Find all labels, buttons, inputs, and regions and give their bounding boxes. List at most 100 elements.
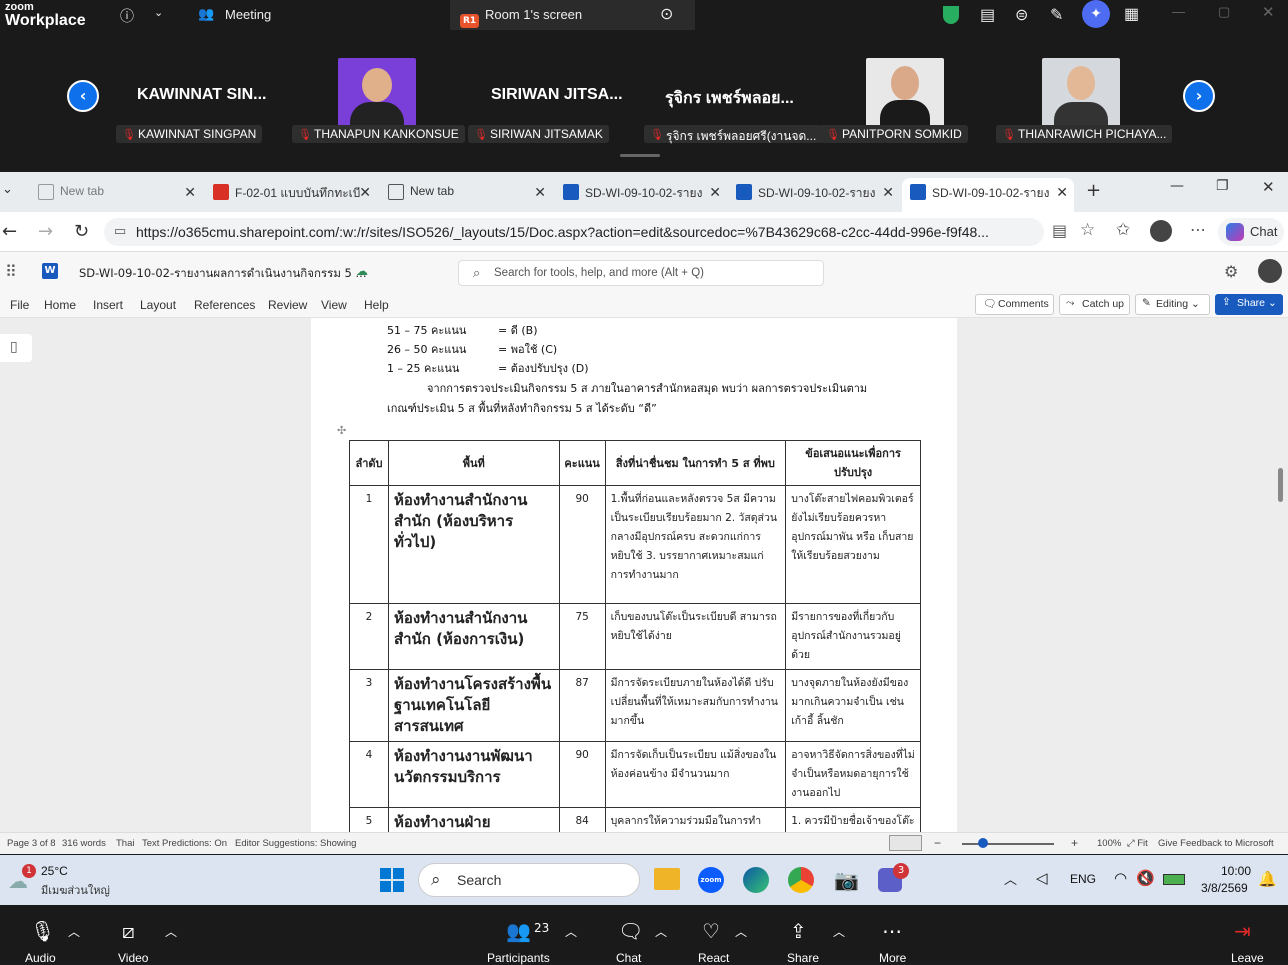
minimize-icon[interactable]: — bbox=[1170, 178, 1184, 194]
browser-tab[interactable]: New tab ✕ bbox=[30, 178, 202, 212]
react-options-icon[interactable]: ︿ bbox=[735, 923, 747, 940]
document-page[interactable]: 51 – 75 คะแนน = ดี (B) 26 – 50 คะแนน = พ… bbox=[311, 318, 957, 832]
minimize-icon[interactable]: — bbox=[1172, 4, 1185, 19]
security-shield-icon[interactable] bbox=[943, 6, 959, 24]
battery-icon[interactable] bbox=[1163, 874, 1185, 885]
video-options-icon[interactable]: ︿ bbox=[165, 923, 177, 940]
share-options-icon[interactable]: ︿ bbox=[833, 923, 845, 940]
forward-icon[interactable]: → bbox=[38, 221, 53, 242]
zoom-out-icon[interactable]: − bbox=[934, 836, 941, 850]
audio-button[interactable]: 🎙 Audio bbox=[14, 905, 69, 965]
profile-avatar[interactable] bbox=[1150, 220, 1172, 242]
browser-tab-active[interactable]: SD-WI-09-10-02-รายง ✕ bbox=[902, 178, 1074, 212]
audio-options-icon[interactable]: ︿ bbox=[68, 923, 80, 940]
comments-button[interactable]: 🗨 Comments bbox=[975, 294, 1054, 315]
whiteboard-icon[interactable]: ✎ bbox=[1050, 5, 1063, 25]
chevron-down-icon[interactable]: ⌄ bbox=[154, 6, 163, 19]
chat-button[interactable]: 🗨 Chat bbox=[608, 905, 653, 965]
grid-view-icon[interactable]: ▦ bbox=[1124, 4, 1139, 24]
maximize-icon[interactable]: ▢ bbox=[1218, 4, 1230, 20]
document-title[interactable]: SD-WI-09-10-02-รายงานผลการดำเนินงานกิจกร… bbox=[79, 265, 367, 283]
meeting-label[interactable]: Meeting bbox=[225, 7, 271, 22]
favorites-icon[interactable]: ✩ bbox=[1116, 220, 1130, 240]
new-tab-icon[interactable]: + bbox=[1086, 180, 1101, 201]
more-button[interactable]: ⋯ More bbox=[872, 905, 917, 965]
share-screen-button[interactable]: ⇪ Share bbox=[780, 905, 825, 965]
zoom-slider-thumb[interactable] bbox=[978, 838, 988, 848]
drag-handle[interactable] bbox=[620, 154, 660, 157]
print-layout-icon[interactable] bbox=[889, 835, 922, 851]
close-tab-icon[interactable]: ✕ bbox=[882, 184, 894, 201]
menu-help[interactable]: Help bbox=[364, 298, 389, 312]
participants-button[interactable]: 👥 23 Participants bbox=[484, 905, 554, 965]
browser-tab[interactable]: SD-WI-09-10-02-รายง ✕ bbox=[728, 178, 900, 212]
editing-mode-button[interactable]: ✎ Editing ⌄ bbox=[1135, 294, 1210, 315]
windows-start-icon[interactable] bbox=[380, 868, 404, 892]
zoom-in-icon[interactable]: + bbox=[1071, 836, 1078, 850]
room-tab[interactable]: R1 Room 1's screen ⊙ bbox=[450, 0, 695, 30]
copilot-chat-button[interactable]: Chat bbox=[1218, 218, 1284, 246]
address-bar[interactable]: ▭ https://o365cmu.sharepoint.com/:w:/r/s… bbox=[104, 218, 1044, 246]
gallery-next-button[interactable]: › bbox=[1183, 80, 1215, 112]
table-move-handle-icon[interactable]: ✣ bbox=[337, 424, 346, 437]
site-info-icon[interactable]: ▭ bbox=[114, 223, 126, 239]
menu-layout[interactable]: Layout bbox=[140, 298, 176, 312]
gallery-prev-button[interactable]: ‹ bbox=[67, 80, 99, 112]
chevron-up-icon[interactable]: ︿ bbox=[1004, 869, 1017, 888]
close-tab-icon[interactable]: ✕ bbox=[534, 184, 546, 201]
menu-insert[interactable]: Insert bbox=[93, 298, 123, 312]
wifi-icon[interactable]: ◠ bbox=[1114, 869, 1127, 887]
participants-options-icon[interactable]: ︿ bbox=[565, 923, 577, 940]
browser-tab[interactable]: F-02-01 แบบบันทึกทะเบี ✕ bbox=[205, 178, 377, 212]
menu-view[interactable]: View bbox=[321, 298, 347, 312]
user-avatar[interactable] bbox=[1258, 259, 1282, 283]
camera-icon[interactable]: 📷 bbox=[834, 868, 859, 892]
leave-button[interactable]: ⇥ Leave bbox=[1224, 905, 1269, 965]
info-icon[interactable]: ⓘ bbox=[120, 6, 134, 26]
settings-gear-icon[interactable]: ⚙ bbox=[1224, 262, 1238, 281]
browser-tab[interactable]: New tab ✕ bbox=[380, 178, 552, 212]
file-explorer-icon[interactable] bbox=[654, 868, 680, 890]
close-tab-icon[interactable]: ✕ bbox=[359, 184, 371, 201]
tab-actions-icon[interactable]: ⌄ bbox=[2, 182, 13, 197]
notes-icon[interactable]: ▤ bbox=[980, 5, 995, 25]
close-tab-icon[interactable]: ✕ bbox=[709, 184, 721, 201]
catch-up-button[interactable]: ⤳ Catch up bbox=[1059, 294, 1130, 315]
close-tab-icon[interactable]: ✕ bbox=[1056, 184, 1068, 201]
location-icon[interactable]: ◁ bbox=[1036, 869, 1048, 887]
favorite-icon[interactable]: ☆ bbox=[1080, 220, 1095, 240]
reader-icon[interactable]: ▤ bbox=[1052, 221, 1067, 240]
zoom-app-icon[interactable]: zoom bbox=[698, 867, 724, 893]
ai-companion-icon[interactable]: ✦ bbox=[1082, 0, 1110, 28]
app-launcher-icon[interactable]: ⠿ bbox=[5, 262, 17, 281]
vertical-scrollbar[interactable] bbox=[1278, 468, 1283, 502]
close-icon[interactable]: ✕ bbox=[1262, 3, 1275, 21]
back-icon[interactable]: ← bbox=[2, 221, 17, 242]
restore-icon[interactable]: ❐ bbox=[1216, 178, 1229, 194]
apps-icon[interactable]: ⊜ bbox=[1015, 5, 1028, 25]
fit-button[interactable]: ⤢ Fit bbox=[1127, 838, 1148, 849]
share-button[interactable]: ⇪ Share ⌄ bbox=[1215, 294, 1283, 315]
more-options-icon[interactable]: ⊙ bbox=[660, 4, 673, 24]
menu-references[interactable]: References bbox=[194, 298, 255, 312]
close-icon[interactable]: ✕ bbox=[1262, 178, 1275, 196]
volume-muted-icon[interactable]: 🔇 bbox=[1136, 869, 1155, 887]
taskbar-search[interactable]: ⌕ Search bbox=[418, 863, 640, 897]
chrome-icon[interactable] bbox=[788, 867, 814, 893]
menu-review[interactable]: Review bbox=[268, 298, 307, 312]
close-tab-icon[interactable]: ✕ bbox=[184, 184, 196, 201]
chat-options-icon[interactable]: ︿ bbox=[655, 923, 667, 940]
notifications-icon[interactable]: 🔔 bbox=[1258, 870, 1277, 888]
search-input[interactable]: ⌕ Search for tools, help, and more (Alt … bbox=[458, 260, 824, 286]
comment-icon: 🗨 bbox=[983, 298, 997, 310]
zoom-slider[interactable] bbox=[962, 843, 1054, 845]
menu-file[interactable]: File bbox=[10, 298, 29, 312]
browser-tab[interactable]: SD-WI-09-10-02-รายง ✕ bbox=[555, 178, 727, 212]
react-button[interactable]: ♡ React bbox=[690, 905, 735, 965]
edge-icon[interactable] bbox=[743, 867, 769, 893]
navigation-pane-icon[interactable]: ▯ bbox=[0, 334, 32, 362]
more-icon[interactable]: ⋯ bbox=[1190, 220, 1206, 239]
video-button[interactable]: ⧄ Video bbox=[110, 905, 165, 965]
refresh-icon[interactable]: ↻ bbox=[74, 221, 89, 242]
menu-home[interactable]: Home bbox=[44, 298, 76, 312]
